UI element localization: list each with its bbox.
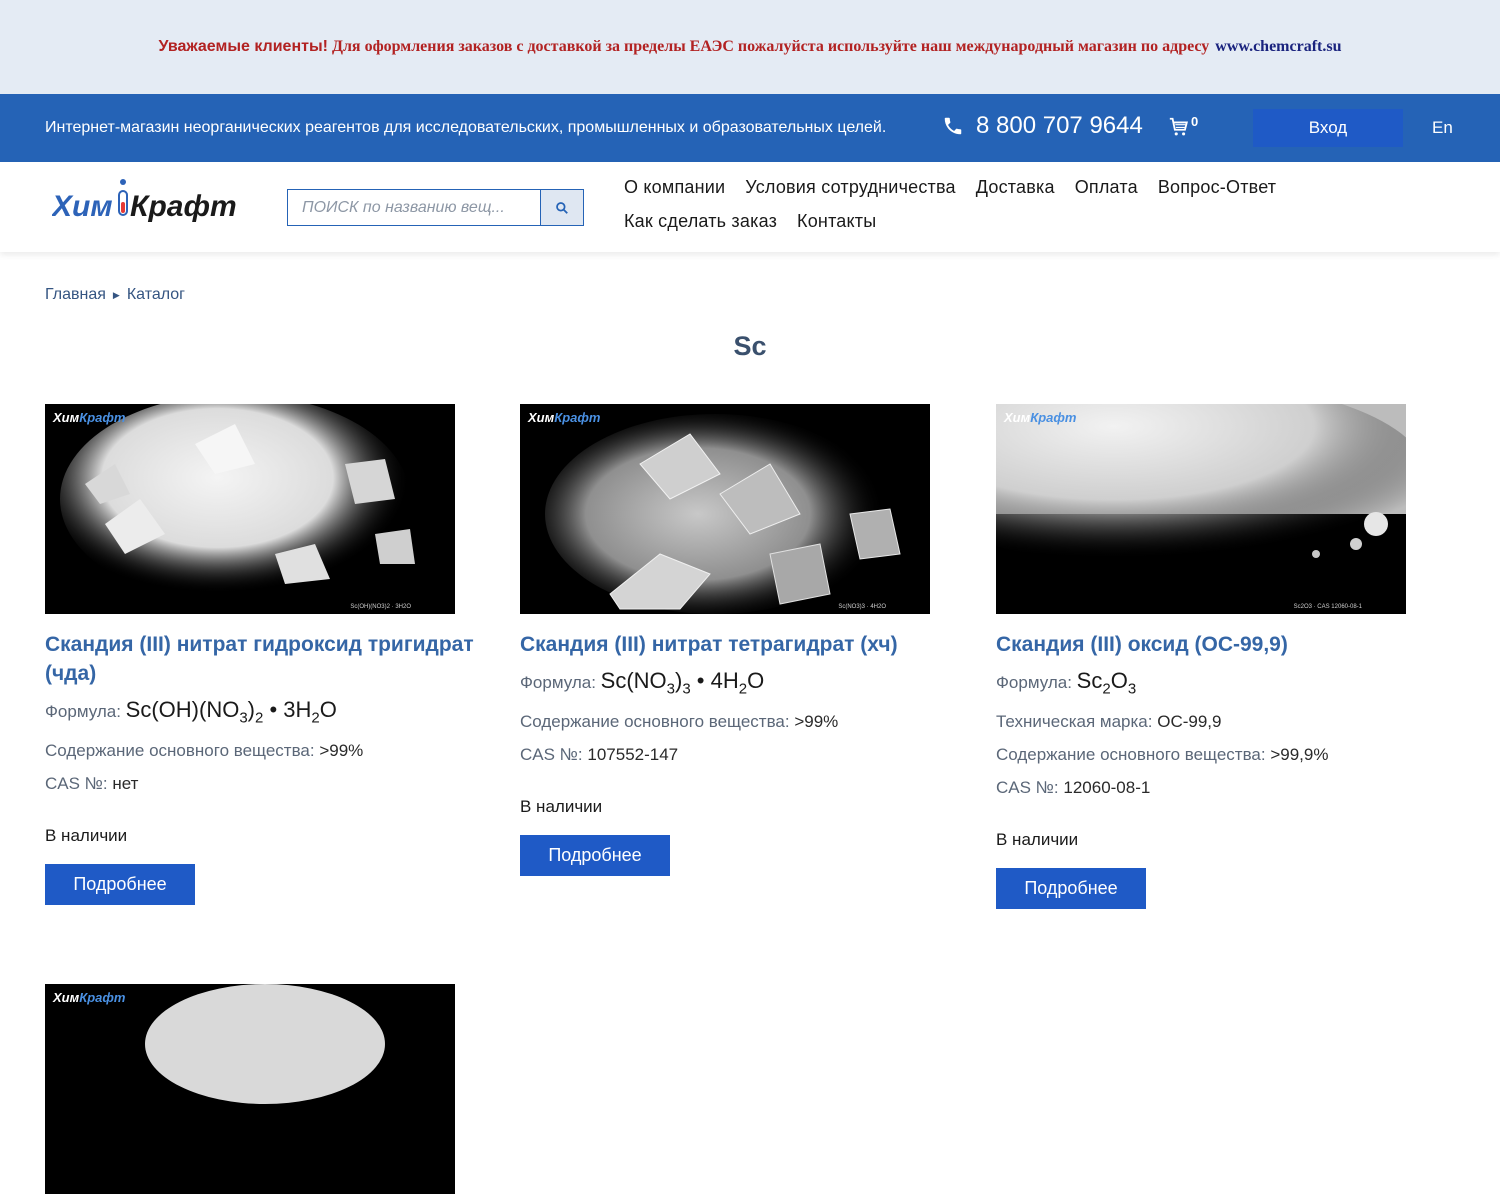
product-image: [996, 404, 1406, 569]
product-card: ХимКрафт Sc(OH)(NO3)2 · 3H2O Скандия (II…: [45, 404, 495, 906]
product-card: ХимКрафт Sc2O3 · CAS 12060-08-1 Скандия …: [996, 404, 1446, 910]
product-card: ХимКрафт: [45, 984, 495, 1194]
product-formula: Sc2O3: [1076, 668, 1137, 698]
stock-status: В наличии: [996, 830, 1079, 850]
product-name[interactable]: Скандия (III) нитрат тетрагидрат (хч): [520, 630, 960, 659]
content-label: Содержание основного вещества:: [996, 745, 1266, 765]
nav-terms[interactable]: Условия сотрудничества: [745, 175, 956, 199]
search-button[interactable]: [540, 190, 583, 225]
nav-delivery[interactable]: Доставка: [976, 175, 1055, 199]
details-button[interactable]: Подробнее: [45, 864, 195, 906]
product-card: ХимКрафт Sc(NO3)3 · 4H2O Скандия (III) н…: [520, 404, 970, 877]
product-formula: Sc(OH)(NO3)2 • 3H2O: [125, 697, 337, 727]
breadcrumb: Главная ▶ Каталог: [45, 286, 185, 304]
nav-payment[interactable]: Оплата: [1075, 175, 1138, 199]
product-formula-row: Формула: Sc(OH)(NO3)2 • 3H2O: [45, 698, 495, 730]
product-grade-row: Техническая марка: ОС-99,9: [996, 710, 1446, 734]
login-button[interactable]: Вход: [1253, 109, 1403, 147]
formula-label: Формула:: [520, 673, 596, 692]
shop-tagline: Интернет-магазин неорганических реагенто…: [45, 119, 887, 136]
nav-contacts[interactable]: Контакты: [797, 209, 876, 233]
cas-label: CAS №:: [996, 778, 1059, 798]
product-name[interactable]: Скандия (III) нитрат гидроксид тригидрат…: [45, 630, 485, 688]
nav-how-to-order[interactable]: Как сделать заказ: [624, 209, 777, 233]
international-notice: Уважаемые клиенты! Для оформления заказо…: [0, 0, 1500, 94]
cart-button[interactable]: 0: [1168, 114, 1199, 138]
product-name[interactable]: Скандия (III) оксид (ОС-99,9): [996, 630, 1436, 659]
product-cas: 12060-08-1: [1063, 778, 1151, 798]
search-input[interactable]: [288, 190, 540, 225]
product-content: >99%: [319, 741, 364, 761]
product-photo[interactable]: ХимКрафт Sc(NO3)3 · 4H2O: [520, 404, 930, 614]
breadcrumb-home[interactable]: Главная: [45, 286, 106, 304]
product-photo[interactable]: ХимКрафт: [45, 984, 455, 1194]
product-photo[interactable]: ХимКрафт Sc(OH)(NO3)2 · 3H2O: [45, 404, 455, 614]
chemcraft-link[interactable]: www.chemcraft.su: [1215, 38, 1341, 56]
search-box: [287, 189, 584, 226]
product-cas: нет: [112, 774, 139, 794]
phone-icon: [944, 117, 962, 135]
nav-about[interactable]: О компании: [624, 175, 725, 199]
main-nav: О компании Условия сотрудничества Достав…: [624, 175, 1384, 233]
photo-watermark: ХимКрафт: [53, 990, 126, 1005]
search-icon: [556, 201, 568, 214]
content-label: Содержание основного вещества:: [45, 741, 315, 761]
nav-faq[interactable]: Вопрос-Ответ: [1158, 175, 1276, 199]
product-image: [60, 404, 415, 604]
product-content-row: Содержание основного вещества: >99,9%: [996, 743, 1446, 767]
product-content: >99,9%: [1270, 745, 1329, 765]
product-content-row: Содержание основного вещества: >99%: [520, 710, 970, 734]
svg-text:Хим: Хим: [52, 190, 113, 223]
photo-watermark: ХимКрафт: [53, 410, 126, 425]
product-cas-row: CAS №: 107552-147: [520, 743, 970, 767]
page-title: Sc: [733, 331, 767, 361]
formula-label: Формула:: [996, 673, 1072, 692]
details-button[interactable]: Подробнее: [520, 835, 670, 877]
stock-status: В наличии: [520, 797, 603, 817]
product-formula: Sc(NO3)3 • 4H2O: [600, 668, 765, 698]
product-formula-row: Формула: Sc(NO3)3 • 4H2O: [520, 669, 970, 701]
notice-message: Для оформления заказов с доставкой за пр…: [331, 38, 1210, 55]
details-button[interactable]: Подробнее: [996, 868, 1146, 910]
product-cas-row: CAS №: 12060-08-1: [996, 776, 1446, 800]
photo-caption: Sc(NO3)3 · 4H2O: [838, 604, 886, 610]
stock-status: В наличии: [45, 826, 128, 846]
language-switch[interactable]: En: [1432, 118, 1453, 138]
photo-caption: Sc(OH)(NO3)2 · 3H2O: [350, 604, 411, 610]
grade-label: Техническая марка:: [996, 712, 1153, 732]
photo-watermark: ХимКрафт: [1004, 410, 1077, 425]
breadcrumb-catalog[interactable]: Каталог: [127, 286, 185, 304]
photo-caption: Sc2O3 · CAS 12060-08-1: [1293, 604, 1362, 610]
formula-label: Формула:: [45, 702, 121, 721]
product-grade: ОС-99,9: [1157, 712, 1222, 732]
notice-lead: Уважаемые клиенты!: [158, 38, 328, 55]
phone-number: 8 800 707 9644: [976, 112, 1143, 139]
top-bar: Интернет-магазин неорганических реагенто…: [0, 94, 1500, 162]
site-header: Хим Крафт О компании Условия сотрудничес…: [0, 162, 1500, 252]
cart-icon: [1169, 117, 1188, 136]
breadcrumb-separator-icon: ▶: [112, 289, 120, 300]
cas-label: CAS №:: [45, 774, 108, 794]
product-content-row: Содержание основного вещества: >99%: [45, 739, 495, 763]
photo-watermark: ХимКрафт: [528, 410, 601, 425]
product-image: [545, 414, 901, 614]
chemcraft-logo[interactable]: Хим Крафт: [52, 176, 252, 232]
product-cas-row: CAS №: нет: [45, 772, 495, 796]
svg-text:Крафт: Крафт: [130, 190, 237, 223]
product-formula-row: Формула: Sc2O3: [996, 669, 1446, 701]
cas-label: CAS №:: [520, 745, 583, 765]
product-cas: 107552-147: [587, 745, 679, 765]
phone-contact[interactable]: 8 800 707 9644: [942, 112, 1143, 140]
product-content: >99%: [794, 712, 839, 732]
cart-count: 0: [1191, 114, 1199, 129]
content-label: Содержание основного вещества:: [520, 712, 790, 732]
product-image: [145, 984, 385, 1104]
product-photo[interactable]: ХимКрафт Sc2O3 · CAS 12060-08-1: [996, 404, 1406, 614]
